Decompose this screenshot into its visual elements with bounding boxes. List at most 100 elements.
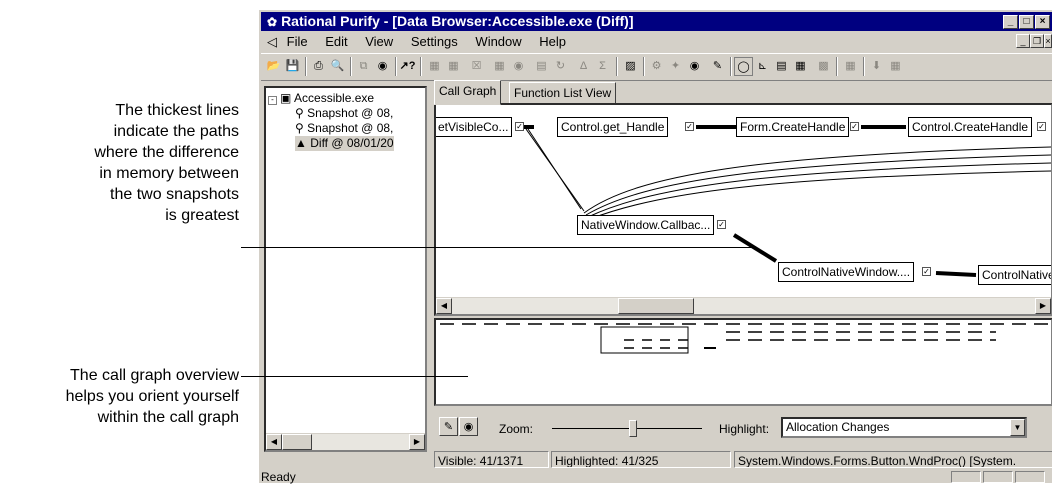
mdi-close-button[interactable]: × [1044, 34, 1052, 48]
function-list-view-icon[interactable]: ⊾ [753, 57, 772, 76]
diff-icon: ▲ [295, 136, 307, 150]
highlight-select-value: Allocation Changes [786, 420, 890, 434]
expand-descendants-icon[interactable]: ▦ [425, 57, 444, 76]
function-detail-view-icon[interactable]: ▤ [772, 57, 791, 76]
copy-icon[interactable]: ⧉ [354, 57, 373, 76]
expand-callers-icon[interactable]: ▦ [444, 57, 463, 76]
graph-node[interactable]: Form.CreateHandle [736, 117, 850, 137]
window-title: Rational Purify - [Data Browser:Accessib… [281, 13, 634, 29]
call-graph-overview[interactable] [434, 318, 1052, 406]
run-tree: - ▣ Accessible.exe ⚲ Snapshot @ 08, ⚲ Sna… [264, 86, 427, 452]
sum-icon[interactable]: Σ [593, 57, 612, 76]
call-graph-view-icon[interactable]: ◯ [734, 57, 753, 76]
menu-view[interactable]: View [365, 34, 393, 49]
graph-node[interactable]: Control.CreateHandle [908, 117, 1033, 137]
menu-edit[interactable]: Edit [325, 34, 347, 49]
snapshot-icon[interactable]: ◉ [685, 57, 704, 76]
toolbar-separator [643, 57, 645, 76]
grid-icon[interactable]: ▦ [841, 57, 860, 76]
tab-function-list-view[interactable]: Function List View [509, 82, 617, 104]
find-icon[interactable]: ◉ [373, 57, 392, 76]
annotation-line: where the difference [94, 144, 239, 161]
node-checkbox[interactable]: ✓ [515, 122, 524, 131]
menu-settings[interactable]: Settings [411, 34, 458, 49]
save-icon[interactable]: 💾 [283, 57, 302, 76]
zoom-slider[interactable] [552, 418, 702, 440]
leader-line-thick-paths [241, 247, 757, 248]
settings-icon[interactable]: ⚙ [647, 57, 666, 76]
visible-count: Visible: 41/1371 [434, 451, 549, 468]
document-menu-icon[interactable]: ◁ [267, 34, 277, 49]
refresh-icon[interactable]: ↻ [551, 57, 570, 76]
scroll-right-button[interactable]: ▶ [409, 434, 425, 450]
object-list-view-icon[interactable]: ▦ [791, 57, 810, 76]
node-checkbox[interactable]: ✓ [685, 122, 694, 131]
toolbar-separator [863, 57, 865, 76]
status-text: Ready [261, 470, 296, 484]
scroll-left-button[interactable]: ◀ [436, 298, 452, 314]
node-checkbox[interactable]: ✓ [922, 267, 931, 276]
scroll-left-button[interactable]: ◀ [266, 434, 282, 450]
pen-icon[interactable]: ✎ [708, 57, 727, 76]
chevron-down-icon[interactable]: ▼ [1010, 419, 1025, 436]
zoom-slider-thumb[interactable] [629, 420, 637, 437]
menu-help[interactable]: Help [539, 34, 566, 49]
leader-line-overview [241, 376, 468, 377]
mdi-minimize-button[interactable]: _ [1016, 34, 1030, 48]
open-icon[interactable]: 📂 [264, 57, 283, 76]
show-subtree-icon[interactable]: ◉ [509, 57, 528, 76]
annotation-line: in memory between [99, 165, 239, 182]
status-panel [951, 471, 981, 483]
scroll-thumb[interactable] [618, 298, 694, 314]
tree-horizontal-scrollbar[interactable]: ◀ ▶ [266, 433, 425, 450]
scroll-right-button[interactable]: ▶ [1035, 298, 1051, 314]
collapse-icon[interactable]: ☒ [467, 57, 486, 76]
highlight-select[interactable]: Allocation Changes ▼ [781, 417, 1027, 438]
graph-node[interactable]: etVisibleCo... [436, 117, 512, 137]
node-checkbox[interactable]: ✓ [1037, 122, 1046, 131]
overview-toggle-icon[interactable]: ✎ [439, 417, 458, 436]
annotation-thick-lines: The thickest lines indicate the paths wh… [20, 100, 239, 226]
toolbar-separator [836, 57, 838, 76]
annotation-line: is greatest [165, 207, 239, 224]
zoom-to-fit-icon[interactable]: ◉ [459, 417, 478, 436]
print-preview-icon[interactable]: 🔍 [328, 57, 347, 76]
maximize-button[interactable]: □ [1019, 15, 1034, 29]
scroll-thumb[interactable] [282, 434, 312, 450]
delta-icon[interactable]: Δ [574, 57, 593, 76]
print-icon[interactable]: ⎙ [309, 57, 328, 76]
tree-item-diff[interactable]: ▲ Diff @ 08/01/20 [295, 136, 394, 151]
graph-node[interactable]: ControlNativeWindow.... [778, 262, 915, 282]
node-checkbox[interactable]: ✓ [717, 220, 726, 229]
minimize-button[interactable]: _ [1003, 15, 1018, 29]
annotation-line: The thickest lines [115, 102, 239, 119]
node-checkbox[interactable]: ✓ [850, 122, 859, 131]
tree-item-snapshot[interactable]: ⚲ Snapshot @ 08, [295, 106, 393, 121]
mdi-restore-button[interactable]: ❐ [1030, 34, 1044, 48]
more-icon[interactable]: ▦ [886, 57, 905, 76]
filter-icon[interactable]: ▤ [532, 57, 551, 76]
menu-window[interactable]: Window [475, 34, 521, 49]
hide-subtree-icon[interactable]: ▦ [490, 57, 509, 76]
graph-horizontal-scrollbar[interactable]: ◀ ▶ [436, 297, 1051, 314]
graph-node[interactable]: ControlNative [978, 265, 1051, 285]
highlight-label: Highlight: [719, 422, 770, 436]
memory-view-icon[interactable]: ▩ [814, 57, 833, 76]
collapse-toggle-icon[interactable]: - [268, 96, 277, 105]
tools-icon[interactable]: ✦ [666, 57, 685, 76]
graph-node[interactable]: Control.get_Handle [557, 117, 669, 137]
call-graph: etVisibleCo... ✓ Control.get_Handle ✓ Fo… [434, 103, 1052, 316]
purify-window: ✿ Rational Purify - [Data Browser:Accessi… [258, 9, 1052, 484]
compare-runs-icon[interactable]: ▨ [621, 57, 640, 76]
annotation-overview: The call graph overview helps you orient… [0, 365, 239, 428]
close-button[interactable]: × [1035, 15, 1050, 29]
menu-file[interactable]: File [287, 34, 308, 49]
annotation-line: within the call graph [97, 409, 239, 426]
tree-item-accessible-exe[interactable]: - ▣ Accessible.exe [268, 91, 374, 106]
tab-call-graph[interactable]: Call Graph [434, 80, 502, 105]
tree-item-snapshot[interactable]: ⚲ Snapshot @ 08, [295, 121, 393, 136]
whats-this-help-icon[interactable]: ↗? [398, 57, 417, 76]
graph-node[interactable]: NativeWindow.Callbac... [577, 215, 715, 235]
download-icon[interactable]: ⬇ [867, 57, 886, 76]
status-panel [1015, 471, 1045, 483]
